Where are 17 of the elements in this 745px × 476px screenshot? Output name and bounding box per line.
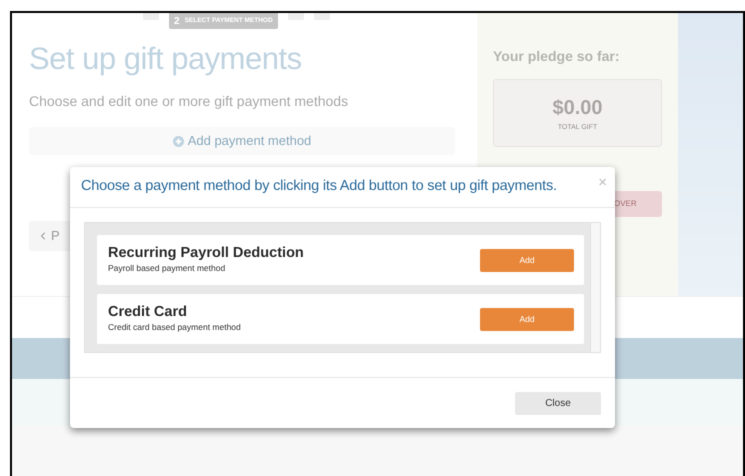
method-description: Payroll based payment method: [108, 262, 226, 275]
step-tab[interactable]: [314, 13, 330, 20]
add-button[interactable]: Add: [480, 308, 574, 330]
dialog-title: Choose a payment method by clicking its Add button to set up gift payments.: [81, 177, 557, 196]
page-subtitle: Choose and edit one or more gift payment methods: [29, 92, 350, 111]
page-title: Set up gift payments: [29, 40, 303, 78]
step-tab[interactable]: [288, 13, 304, 20]
method-name: Credit Card: [108, 304, 188, 322]
total-amount: $0.00: [552, 96, 603, 121]
close-button[interactable]: Close: [515, 392, 601, 414]
pledge-heading: Your pledge so far:: [493, 47, 621, 66]
add-payment-method-button[interactable]: Add payment method: [29, 127, 455, 155]
method-description: Credit card based payment method: [108, 321, 241, 334]
add-button[interactable]: Add: [480, 248, 574, 272]
method-name: Recurring Payroll Deduction: [108, 245, 304, 262]
step-tab[interactable]: [143, 13, 159, 20]
plus-circle-icon: [172, 136, 184, 146]
